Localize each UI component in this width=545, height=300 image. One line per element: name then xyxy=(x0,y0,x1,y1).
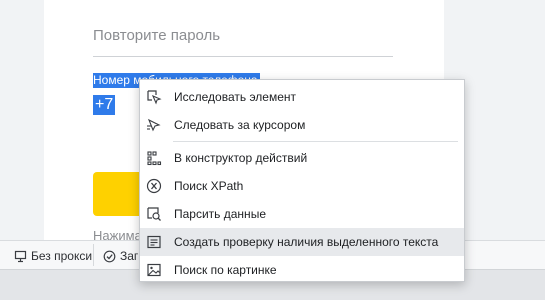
menu-item-inspect[interactable]: Исследовать элемент xyxy=(140,83,464,111)
menu-item-label: В конструктор действий xyxy=(174,151,308,165)
grid-dots-icon xyxy=(146,150,162,166)
x-circle-icon xyxy=(146,178,162,194)
monitor-icon xyxy=(14,250,27,263)
menu-item-xpath-search[interactable]: Поиск XPath xyxy=(140,172,464,200)
text-check-icon xyxy=(146,234,162,250)
cursor-box-icon xyxy=(146,89,162,105)
menu-item-label: Создать проверку наличия выделенного тек… xyxy=(174,235,439,249)
check-circle-icon xyxy=(103,250,116,263)
no-proxy-status[interactable]: Без прокси xyxy=(14,248,92,264)
menu-item-action-builder[interactable]: В конструктор действий xyxy=(140,144,464,172)
phone-code-selected[interactable]: +7 xyxy=(93,95,116,115)
repeat-password-underline xyxy=(93,56,393,57)
menu-item-parse-data[interactable]: Парсить данные xyxy=(140,200,464,228)
menu-item-label: Поиск по картинке xyxy=(174,263,277,277)
status-divider xyxy=(93,244,94,266)
context-menu: Исследовать элемент Следовать за курсоро… xyxy=(139,79,465,282)
image-search-icon xyxy=(146,262,162,278)
cursor-follow-icon xyxy=(146,117,162,133)
menu-item-label: Следовать за курсором xyxy=(174,118,306,132)
second-status[interactable]: Загрузка xyxy=(103,248,139,264)
second-status-label: Загрузка xyxy=(120,249,139,263)
repeat-password-field[interactable]: Повторите пароль xyxy=(93,27,220,44)
no-proxy-label: Без прокси xyxy=(31,249,93,263)
parse-data-icon xyxy=(146,206,162,222)
menu-item-follow-cursor[interactable]: Следовать за курсором xyxy=(140,111,464,139)
menu-item-label: Поиск XPath xyxy=(174,179,244,193)
menu-divider xyxy=(173,141,458,142)
menu-item-image-search[interactable]: Поиск по картинке xyxy=(140,256,464,284)
menu-item-create-text-check[interactable]: Создать проверку наличия выделенного тек… xyxy=(140,228,464,256)
menu-item-label: Исследовать элемент xyxy=(174,90,297,104)
menu-item-label: Парсить данные xyxy=(174,207,266,221)
